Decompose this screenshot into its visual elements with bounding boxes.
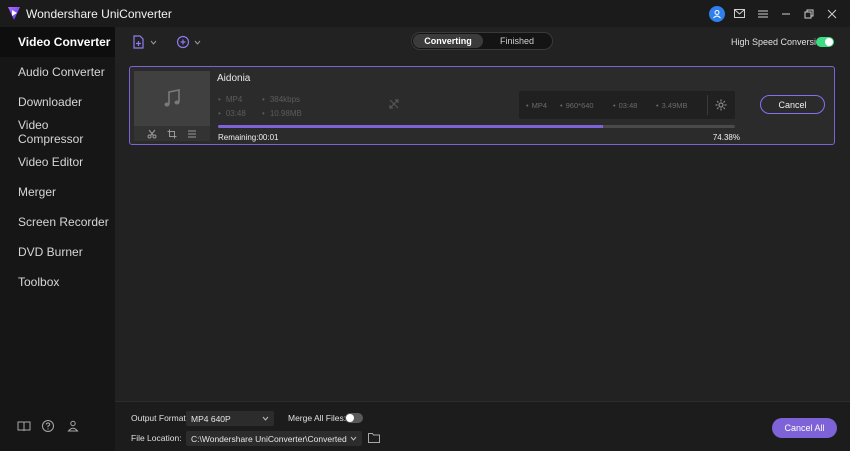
- progress-percent: 74.38%: [712, 133, 740, 142]
- sidebar: Video Converter Audio Converter Download…: [0, 27, 115, 451]
- help-icon[interactable]: [41, 419, 55, 433]
- sidebar-item-downloader[interactable]: Downloader: [0, 87, 115, 117]
- trim-icon[interactable]: [147, 129, 157, 139]
- user-icon: [708, 5, 725, 22]
- folder-icon[interactable]: [368, 432, 380, 443]
- merge-toggle[interactable]: [345, 413, 363, 423]
- toolbar: Converting Finished High Speed Conversio…: [115, 27, 850, 57]
- restore-icon: [804, 9, 813, 18]
- app-title: Wondershare UniConverter: [26, 7, 172, 21]
- target-resolution: 960*640: [560, 101, 594, 110]
- remaining-time: Remaining:00:01: [218, 133, 279, 142]
- chevron-down-icon: [350, 436, 357, 441]
- sidebar-item-video-compressor[interactable]: Video Compressor: [0, 117, 115, 147]
- toggle-knob: [825, 38, 833, 46]
- add-files-button[interactable]: [132, 33, 157, 51]
- sidebar-item-video-editor[interactable]: Video Editor: [0, 147, 115, 177]
- cancel-all-button[interactable]: Cancel All: [772, 418, 837, 438]
- file-location-label: File Location:: [131, 433, 182, 443]
- footer-bar: Output Format: MP4 640P Merge All Files:…: [115, 401, 850, 451]
- output-format-label: Output Format:: [131, 413, 189, 423]
- crop-icon[interactable]: [167, 129, 177, 139]
- target-settings-box[interactable]: MP4 960*640 03:48 3.49MB: [519, 91, 735, 119]
- progress-fill: [218, 125, 603, 128]
- gear-icon[interactable]: [715, 99, 727, 111]
- progress-bar: [218, 125, 735, 128]
- add-file-icon: [133, 35, 144, 49]
- sidebar-item-audio-converter[interactable]: Audio Converter: [0, 57, 115, 87]
- effects-list-icon[interactable]: [187, 129, 197, 139]
- file-location-value: C:\Wondershare UniConverter\Converted: [191, 433, 347, 444]
- source-size: 10.98MB: [262, 109, 302, 118]
- close-icon: [827, 9, 836, 18]
- restore-button[interactable]: [798, 5, 819, 22]
- chevron-down-icon: [262, 416, 269, 421]
- app-logo-icon: [8, 7, 20, 20]
- tab-converting[interactable]: Converting: [413, 34, 483, 48]
- source-duration: 03:48: [218, 109, 246, 118]
- mail-button[interactable]: [729, 5, 750, 22]
- high-speed-toggle[interactable]: [816, 37, 834, 47]
- close-button[interactable]: [821, 5, 842, 22]
- target-duration: 03:48: [613, 101, 638, 110]
- conversion-task-card: Aidonia MP4 384kbps 03:48 10.98MB MP4 96…: [129, 66, 835, 145]
- status-tabs: Converting Finished: [411, 32, 553, 50]
- sidebar-item-merger[interactable]: Merger: [0, 177, 115, 207]
- minimize-icon: [781, 13, 790, 14]
- file-name: Aidonia: [217, 73, 251, 84]
- source-bitrate: 384kbps: [262, 95, 300, 104]
- thumbnail-actions: [134, 126, 210, 141]
- cancel-button[interactable]: Cancel: [760, 95, 825, 114]
- minimize-button[interactable]: [775, 5, 796, 22]
- chevron-down-icon: [194, 40, 201, 45]
- hamburger-menu-icon: [757, 10, 768, 17]
- thumbnail-image: [134, 71, 210, 126]
- convert-arrow-icon: [389, 99, 399, 109]
- sidebar-item-dvd-burner[interactable]: DVD Burner: [0, 237, 115, 267]
- sidebar-item-toolbox[interactable]: Toolbox: [0, 267, 115, 297]
- output-format-value: MP4 640P: [191, 413, 231, 424]
- menu-button[interactable]: [752, 5, 773, 22]
- add-media-button[interactable]: [176, 33, 201, 51]
- file-location-select[interactable]: C:\Wondershare UniConverter\Converted: [186, 431, 362, 446]
- sidebar-item-video-converter[interactable]: Video Converter: [0, 27, 115, 57]
- book-icon[interactable]: [17, 419, 31, 433]
- music-note-icon: [164, 88, 180, 106]
- main-panel: Converting Finished High Speed Conversio…: [115, 27, 850, 451]
- account-button[interactable]: [706, 5, 727, 22]
- target-size: 3.49MB: [656, 101, 688, 110]
- target-format: MP4: [526, 101, 547, 110]
- output-format-select[interactable]: MP4 640P: [186, 411, 274, 426]
- chevron-down-icon: [150, 40, 157, 45]
- mail-icon: [734, 9, 745, 18]
- merge-label: Merge All Files:: [288, 413, 347, 423]
- sidebar-footer: [0, 419, 115, 435]
- file-thumbnail: [134, 71, 210, 141]
- source-format: MP4: [218, 95, 242, 104]
- disc-add-icon: [176, 35, 190, 49]
- target-divider: [707, 95, 708, 115]
- sidebar-item-screen-recorder[interactable]: Screen Recorder: [0, 207, 115, 237]
- tab-finished[interactable]: Finished: [484, 34, 550, 48]
- toggle-knob: [346, 414, 354, 422]
- high-speed-label: High Speed Conversion: [731, 37, 827, 47]
- title-bar: Wondershare UniConverter: [0, 0, 850, 27]
- users-icon[interactable]: [66, 419, 80, 433]
